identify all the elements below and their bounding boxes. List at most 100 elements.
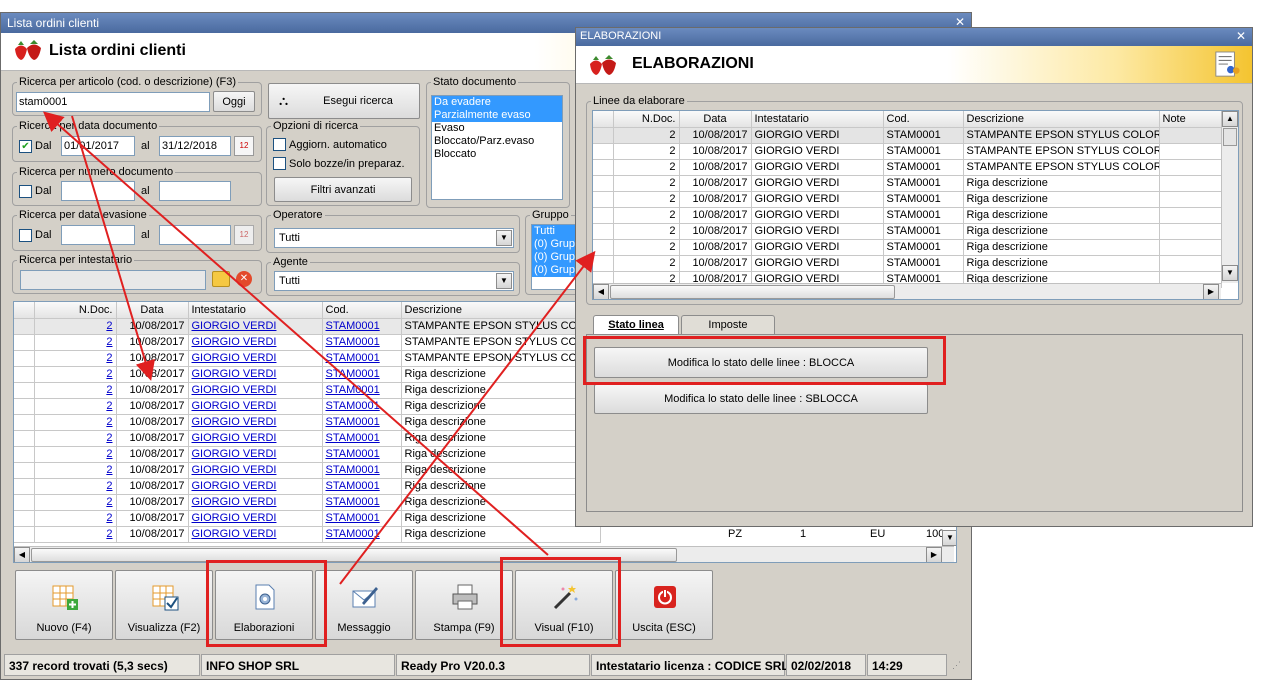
horizontal-scrollbar[interactable]: ◀ ▶ — [14, 546, 954, 562]
column-header[interactable]: Data — [116, 302, 189, 319]
chevron-down-icon[interactable]: ▼ — [942, 530, 956, 546]
holder-cell[interactable]: GIORGIO VERDI — [188, 350, 323, 367]
doc-number-cell[interactable]: 2 — [34, 414, 117, 431]
column-header[interactable]: Intestatario — [751, 111, 884, 128]
holder-cell[interactable]: GIORGIO VERDI — [188, 510, 323, 527]
holder-cell[interactable]: GIORGIO VERDI — [188, 414, 323, 431]
holder-cell[interactable]: GIORGIO VERDI — [188, 462, 323, 479]
doc-number-cell[interactable]: 2 — [34, 398, 117, 415]
column-header[interactable]: Data — [679, 111, 752, 128]
column-header[interactable]: Cod. — [322, 302, 402, 319]
unblock-lines-button[interactable]: Modifica lo stato delle linee : SBLOCCA — [594, 384, 928, 414]
operator-select[interactable]: Tutti ▼ — [274, 228, 514, 248]
holder-cell[interactable]: GIORGIO VERDI — [188, 334, 323, 351]
table-row[interactable]: 2 10/08/2017 GIORGIO VERDI STAM0001 Riga des… — [593, 191, 1222, 208]
table-row[interactable]: 2 10/08/2017 GIORGIO VERDI STAM0001 Riga des… — [593, 255, 1222, 272]
table-row[interactable]: 2 10/08/2017 GIORGIO VERDI STAM0001 Riga des… — [14, 446, 601, 463]
status-item[interactable]: Da evadere — [432, 96, 562, 109]
table-row[interactable]: 2 10/08/2017 GIORGIO VERDI STAM0001 Riga des… — [14, 478, 601, 495]
doc-number-cell[interactable]: 2 — [34, 382, 117, 399]
column-header[interactable]: Descrizione — [963, 111, 1160, 128]
doc-number-cell[interactable]: 2 — [34, 430, 117, 447]
folder-icon[interactable] — [212, 271, 230, 287]
code-cell[interactable]: STAM0001 — [322, 462, 402, 479]
doc-number-from-input[interactable] — [61, 181, 135, 201]
holder-cell[interactable]: GIORGIO VERDI — [188, 478, 323, 495]
auto-update-checkbox[interactable] — [273, 138, 286, 151]
status-item[interactable]: Bloccato/Parz.evaso — [432, 135, 562, 148]
drafts-only-checkbox[interactable] — [273, 157, 286, 170]
chevron-left-icon[interactable]: ◀ — [593, 284, 609, 299]
table-row[interactable]: 2 10/08/2017 GIORGIO VERDI STAM0001 Riga des… — [14, 462, 601, 479]
eva-date-to-input[interactable] — [159, 225, 231, 245]
chevron-right-icon[interactable]: ▶ — [1203, 284, 1219, 299]
doc-number-cell[interactable]: 2 — [34, 462, 117, 479]
code-cell[interactable]: STAM0001 — [322, 318, 402, 335]
table-row[interactable]: 2 10/08/2017 GIORGIO VERDI STAM0001 Riga des… — [14, 414, 601, 431]
doc-date-from-input[interactable]: 01/01/2017 — [61, 136, 135, 156]
table-row[interactable]: 2 10/08/2017 GIORGIO VERDI STAM0001 Riga des… — [593, 239, 1222, 256]
doc-number-cell[interactable]: 2 — [34, 318, 117, 335]
code-cell[interactable]: STAM0001 — [322, 398, 402, 415]
table-row[interactable]: 2 10/08/2017 GIORGIO VERDI STAM0001 STAMPANT… — [593, 143, 1222, 160]
group-list[interactable]: Tutti (0) Grup (0) Grup (0) Grup — [531, 224, 577, 290]
doc-number-cell[interactable]: 2 — [34, 350, 117, 367]
doc-number-cell[interactable]: 2 — [34, 334, 117, 351]
code-cell[interactable]: STAM0001 — [322, 334, 402, 351]
column-header[interactable]: Intestatario — [188, 302, 323, 319]
code-cell[interactable]: STAM0001 — [322, 478, 402, 495]
status-list[interactable]: Da evadere Parzialmente evaso Evaso Bloc… — [431, 95, 563, 200]
scrollbar-thumb[interactable] — [610, 285, 895, 299]
horizontal-scrollbar[interactable]: ◀ ▶ — [593, 283, 1221, 299]
view-button[interactable]: Visualizza (F2) — [115, 570, 213, 640]
table-row[interactable]: 2 10/08/2017 GIORGIO VERDI STAM0001 Riga des… — [593, 223, 1222, 240]
table-row[interactable]: 2 10/08/2017 GIORGIO VERDI STAM0001 STAMPANT… — [14, 318, 601, 335]
column-header[interactable]: Descrizione — [401, 302, 601, 319]
chevron-down-icon[interactable]: ▼ — [496, 230, 512, 246]
chevron-down-icon[interactable]: ▼ — [1222, 265, 1238, 281]
table-row[interactable]: 2 10/08/2017 GIORGIO VERDI STAM0001 STAMPANT… — [593, 127, 1222, 144]
table-row[interactable]: 2 10/08/2017 GIORGIO VERDI STAM0001 Riga des… — [593, 175, 1222, 192]
column-header[interactable]: Note — [1159, 111, 1222, 128]
search-button[interactable]: ⛬ Esegui ricerca — [268, 83, 420, 119]
code-cell[interactable]: STAM0001 — [322, 366, 402, 383]
resize-grip-icon[interactable]: ⋰ — [952, 660, 961, 671]
doc-number-cell[interactable]: 2 — [34, 446, 117, 463]
agent-select[interactable]: Tutti ▼ — [274, 271, 514, 291]
code-cell[interactable]: STAM0001 — [322, 382, 402, 399]
code-cell[interactable]: STAM0001 — [322, 446, 402, 463]
group-item[interactable]: (0) Grup — [532, 238, 576, 251]
doc-number-cell[interactable]: 2 — [34, 366, 117, 383]
group-item[interactable]: Tutti — [532, 225, 576, 238]
tab-line-status[interactable]: Stato linea — [593, 315, 679, 335]
message-button[interactable]: Messaggio — [315, 570, 413, 640]
code-cell[interactable]: STAM0001 — [322, 350, 402, 367]
advanced-filters-button[interactable]: Filtri avanzati — [274, 177, 412, 202]
column-header[interactable]: Cod. — [883, 111, 964, 128]
table-row[interactable]: 2 10/08/2017 GIORGIO VERDI STAM0001 STAMPANT… — [14, 334, 601, 351]
table-row[interactable]: 2 10/08/2017 GIORGIO VERDI STAM0001 Riga des… — [14, 430, 601, 447]
holder-cell[interactable]: GIORGIO VERDI — [188, 446, 323, 463]
code-cell[interactable]: STAM0001 — [322, 430, 402, 447]
code-cell[interactable]: STAM0001 — [322, 414, 402, 431]
doc-number-cell[interactable]: 2 — [34, 494, 117, 511]
table-row[interactable]: 2 10/08/2017 GIORGIO VERDI STAM0001 Riga des… — [14, 398, 601, 415]
chevron-left-icon[interactable]: ◀ — [14, 547, 30, 562]
doc-date-to-input[interactable]: 31/12/2018 — [159, 136, 231, 156]
holder-input[interactable] — [20, 270, 206, 290]
code-cell[interactable]: STAM0001 — [322, 526, 402, 543]
group-item[interactable]: (0) Grup — [532, 251, 576, 264]
doc-number-cell[interactable]: 2 — [34, 478, 117, 495]
table-row[interactable]: 2 10/08/2017 GIORGIO VERDI STAM0001 Riga des… — [14, 526, 601, 543]
table-row[interactable]: 2 10/08/2017 GIORGIO VERDI STAM0001 Riga des… — [14, 510, 601, 527]
scrollbar-thumb[interactable] — [1223, 128, 1237, 146]
table-row[interactable]: 2 10/08/2017 GIORGIO VERDI STAM0001 Riga des… — [593, 207, 1222, 224]
status-item[interactable]: Evaso — [432, 122, 562, 135]
table-row[interactable]: 2 10/08/2017 GIORGIO VERDI STAM0001 Riga des… — [14, 382, 601, 399]
today-button[interactable]: Oggi — [213, 91, 255, 112]
table-row[interactable]: 2 10/08/2017 GIORGIO VERDI STAM0001 Riga des… — [14, 494, 601, 511]
doc-number-to-input[interactable] — [159, 181, 231, 201]
doc-number-cell[interactable]: 2 — [34, 510, 117, 527]
close-icon[interactable]: ✕ — [1236, 29, 1246, 43]
doc-date-checkbox[interactable]: ✔ — [19, 140, 32, 153]
